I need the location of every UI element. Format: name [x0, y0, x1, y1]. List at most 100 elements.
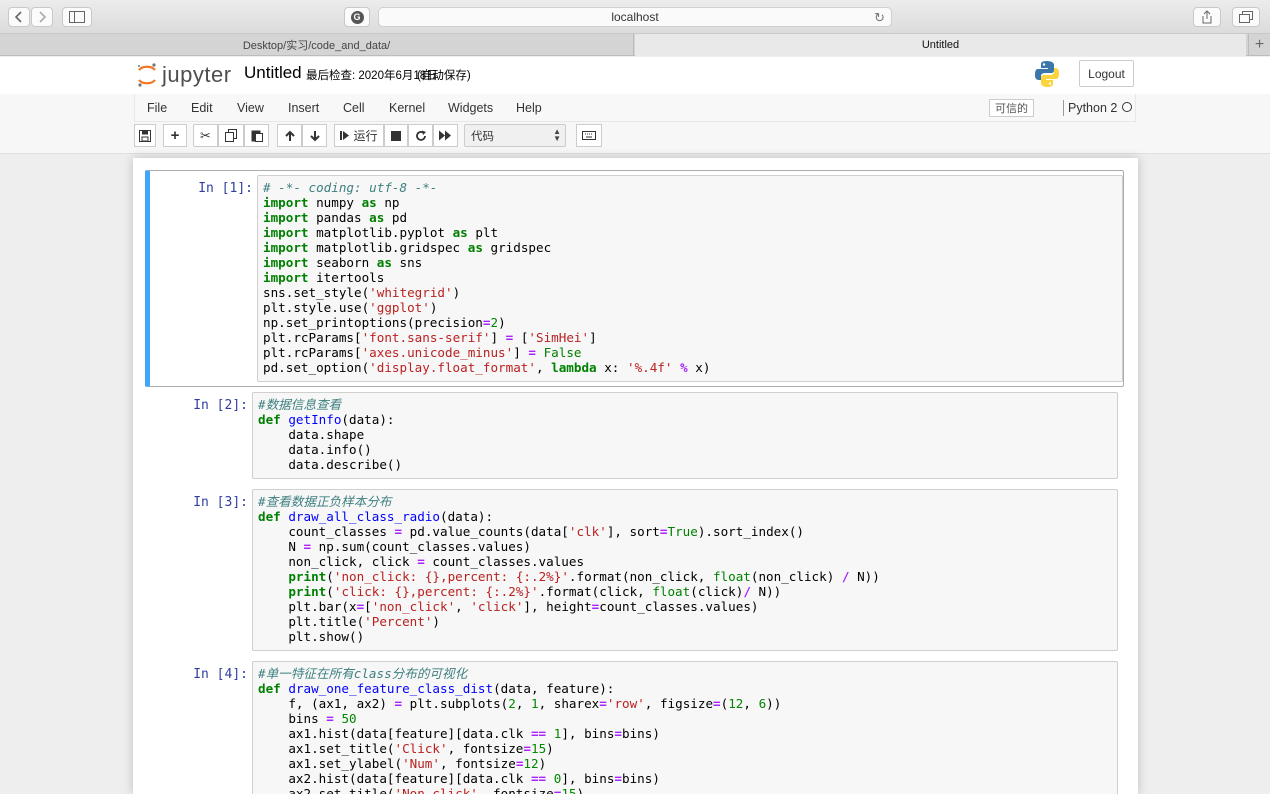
code-line: #单一特征在所有class分布的可视化	[258, 666, 468, 681]
interrupt-button[interactable]	[384, 124, 408, 147]
command-palette-button[interactable]	[576, 124, 602, 147]
cell-type-select[interactable]: 代码 ▲ ▼	[464, 124, 566, 147]
new-tab-icon[interactable]: +	[1248, 34, 1270, 56]
kernel-name[interactable]: Python 2	[1068, 101, 1117, 115]
jupyter-logo[interactable]: jupyter	[136, 61, 232, 89]
input-prompt: In [3]:	[193, 495, 248, 510]
code-cell[interactable]: In [4]: #单一特征在所有class分布的可视化 def draw_one_…	[145, 657, 1124, 794]
menubar-container: File Edit View Insert Cell Kernel Widget…	[0, 94, 1270, 154]
browser-tab-strip: Desktop/实习/code_and_data/ Untitled +	[0, 34, 1270, 56]
jupyter-header: jupyter Untitled 最后检查: 2020年6月18日 (自动保存)…	[0, 57, 1270, 94]
code-line: ax1.set_title('Click', fontsize=15)	[258, 741, 554, 756]
fast-forward-icon	[439, 130, 451, 141]
browser-tab-untitled[interactable]: Untitled	[635, 34, 1246, 56]
logout-button[interactable]: Logout	[1079, 60, 1134, 87]
code-line: plt.show()	[258, 629, 365, 644]
cell-type-value: 代码	[471, 130, 494, 143]
arrow-down-icon	[309, 130, 320, 141]
code-cell[interactable]: In [3]: #查看数据正负样本分布 def draw_all_class_ra…	[145, 485, 1124, 655]
tabs-overview-button[interactable]	[1232, 7, 1260, 27]
browser-tab-directory[interactable]: Desktop/实习/code_and_data/	[0, 34, 634, 56]
code-line: data.describe()	[258, 457, 403, 472]
address-bar[interactable]: localhost ↻	[378, 7, 892, 27]
move-up-button[interactable]	[277, 124, 302, 147]
code-line: def getInfo(data):	[258, 412, 395, 427]
restart-button[interactable]	[408, 124, 433, 147]
menu-insert[interactable]: Insert	[288, 101, 319, 115]
save-button[interactable]	[134, 124, 156, 147]
code-line: f, (ax1, ax2) = plt.subplots(2, 1, share…	[258, 696, 782, 711]
code-line: data.shape	[258, 427, 365, 442]
browser-toolbar: G localhost ↻	[0, 0, 1270, 34]
sidebar-icon	[69, 11, 85, 23]
keyboard-icon	[582, 131, 596, 140]
code-editor[interactable]: # -*- coding: utf-8 -*- import numpy as n…	[257, 175, 1123, 382]
code-text: # -*- coding: utf-8 -*- import numpy as n…	[263, 180, 710, 375]
code-line: plt.style.use('ggplot')	[263, 300, 438, 315]
code-text: #数据信息查看 def getInfo(data): data.shape dat…	[258, 397, 402, 472]
code-line: #查看数据正负样本分布	[258, 494, 392, 509]
code-text: #查看数据正负样本分布 def draw_all_class_radio(data…	[258, 494, 880, 644]
forward-button[interactable]	[31, 7, 53, 27]
menu-kernel[interactable]: Kernel	[389, 101, 425, 115]
sidebar-toggle-button[interactable]	[62, 7, 92, 27]
stop-icon	[391, 130, 401, 141]
restart-icon	[415, 130, 426, 141]
code-line: def draw_all_class_radio(data):	[258, 509, 494, 524]
share-button[interactable]	[1193, 7, 1221, 27]
menu-cell[interactable]: Cell	[343, 101, 365, 115]
trusted-badge[interactable]: 可信的	[989, 99, 1034, 117]
menu-help[interactable]: Help	[516, 101, 542, 115]
plus-icon: +	[170, 127, 180, 144]
code-line: print('click: {},percent: {:.2%}'.format…	[288, 584, 782, 599]
kernel-separator	[1063, 100, 1064, 116]
notebook-title[interactable]: Untitled	[244, 63, 302, 83]
code-line: import seaborn as sns	[263, 255, 423, 270]
code-line: ax2.hist(data[feature][data.clk == 0], b…	[258, 771, 660, 786]
code-editor[interactable]: #数据信息查看 def getInfo(data): data.shape dat…	[252, 392, 1118, 479]
code-editor[interactable]: #查看数据正负样本分布 def draw_all_class_radio(data…	[252, 489, 1118, 651]
code-line: ax1.hist(data[feature][data.clk == 1], b…	[258, 726, 660, 741]
move-down-button[interactable]	[302, 124, 327, 147]
menu-edit[interactable]: Edit	[191, 101, 213, 115]
paste-icon	[251, 130, 263, 142]
jupyter-logo-icon	[138, 63, 156, 87]
input-prompt: In [1]:	[198, 181, 253, 196]
menubar: File Edit View Insert Cell Kernel Widget…	[134, 94, 1136, 122]
scissors-icon: ✂	[200, 127, 211, 143]
arrow-up-icon	[284, 130, 295, 141]
extension-button[interactable]: G	[344, 7, 370, 27]
code-line: N = np.sum(count_classes.values)	[258, 539, 531, 554]
code-line: import itertools	[263, 270, 385, 285]
notebook-container: In [1]: # -*- coding: utf-8 -*- import nu…	[133, 158, 1138, 794]
code-line: sns.set_style('whitegrid')	[263, 285, 461, 300]
tabs-icon	[1239, 11, 1253, 23]
reload-icon[interactable]: ↻	[874, 10, 885, 26]
code-line: import matplotlib.pyplot as plt	[263, 225, 499, 240]
share-icon	[1202, 10, 1212, 24]
jupyter-logo-text: jupyter	[162, 62, 232, 87]
code-line: plt.title('Percent')	[258, 614, 440, 629]
code-line: bins = 50	[258, 711, 357, 726]
code-text: #单一特征在所有class分布的可视化 def draw_one_feature_…	[258, 666, 781, 794]
code-cell[interactable]: In [1]: # -*- coding: utf-8 -*- import nu…	[145, 170, 1124, 387]
code-line: plt.bar(x=['non_click', 'click'], height…	[258, 599, 759, 614]
menu-file[interactable]: File	[147, 101, 167, 115]
code-line: ax2.set_title('Non-click', fontsize=15)	[258, 786, 585, 794]
insert-cell-button[interactable]: +	[163, 124, 187, 147]
code-cell[interactable]: In [2]: #数据信息查看 def getInfo(data): data.s…	[145, 388, 1124, 482]
menu-view[interactable]: View	[237, 101, 264, 115]
cut-button[interactable]: ✂	[193, 124, 218, 147]
back-button[interactable]	[8, 7, 30, 27]
code-line: import matplotlib.gridspec as gridspec	[263, 240, 552, 255]
grammarly-icon: G	[350, 10, 364, 24]
copy-button[interactable]	[218, 124, 244, 147]
restart-run-all-button[interactable]	[433, 124, 458, 147]
run-button[interactable]: 运行	[334, 124, 384, 147]
code-editor[interactable]: #单一特征在所有class分布的可视化 def draw_one_feature_…	[252, 661, 1118, 794]
paste-button[interactable]	[244, 124, 269, 147]
chevron-left-icon	[15, 11, 22, 23]
code-line: count_classes = pd.value_counts(data['cl…	[258, 524, 804, 539]
menu-widgets[interactable]: Widgets	[448, 101, 493, 115]
chevron-right-icon	[39, 11, 46, 23]
